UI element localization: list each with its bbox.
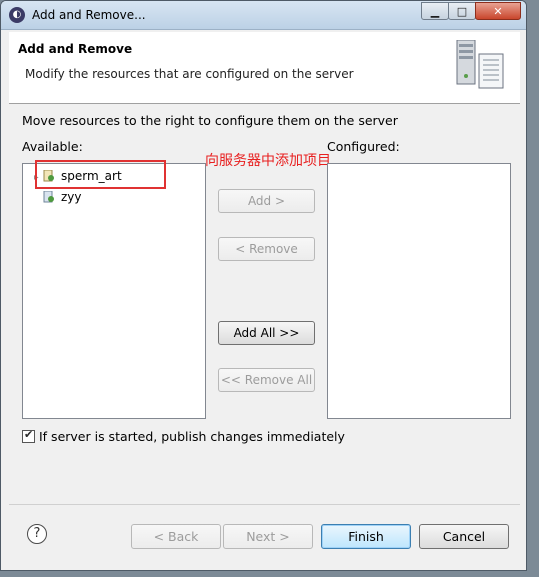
title-bar[interactable]: ◐ Add and Remove... ▁ □ ✕ (1, 1, 526, 30)
remove-button[interactable]: < Remove (218, 237, 315, 261)
configured-label: Configured: (327, 139, 400, 154)
page-description: Modify the resources that are configured… (25, 67, 354, 81)
add-all-button[interactable]: Add All >> (218, 321, 315, 345)
available-label: Available: (22, 139, 83, 154)
publish-checkbox-row[interactable]: ✔ If server is started, publish changes i… (22, 428, 345, 444)
page-title: Add and Remove (18, 42, 133, 56)
annotation-text: 向服务器中添加项目 (205, 153, 331, 169)
annotation-highlight-box (35, 160, 166, 189)
cancel-button[interactable]: Cancel (419, 524, 509, 549)
server-icon (456, 40, 504, 89)
finish-button[interactable]: Finish (321, 524, 411, 549)
next-button[interactable]: Next > (223, 524, 313, 549)
back-button[interactable]: < Back (131, 524, 221, 549)
footer-divider (9, 504, 520, 505)
list-item-zyy[interactable]: zyy (43, 188, 82, 206)
remove-all-button[interactable]: << Remove All (218, 368, 315, 392)
add-remove-dialog: ◐ Add and Remove... ▁ □ ✕ Add and Remove… (0, 0, 527, 571)
configured-list[interactable] (327, 163, 511, 419)
wizard-header: Add and Remove Modify the resources that… (9, 32, 520, 104)
instruction-text: Move resources to the right to configure… (22, 113, 398, 128)
window-title: Add and Remove... (32, 8, 146, 22)
help-icon[interactable]: ? (27, 524, 47, 544)
available-list[interactable]: ▶ sperm_art zyy (22, 163, 206, 419)
eclipse-app-icon: ◐ (9, 7, 25, 23)
add-button[interactable]: Add > (218, 189, 315, 213)
close-button[interactable]: ✕ (475, 2, 521, 20)
maximize-button[interactable]: □ (448, 2, 476, 20)
list-item-label: zyy (61, 190, 82, 204)
wizard-body: Move resources to the right to configure… (9, 104, 520, 504)
web-project-icon (43, 191, 54, 203)
publish-checkbox[interactable]: ✔ (22, 428, 35, 443)
publish-checkbox-label: If server is started, publish changes im… (39, 429, 345, 444)
minimize-button[interactable]: ▁ (421, 2, 449, 20)
